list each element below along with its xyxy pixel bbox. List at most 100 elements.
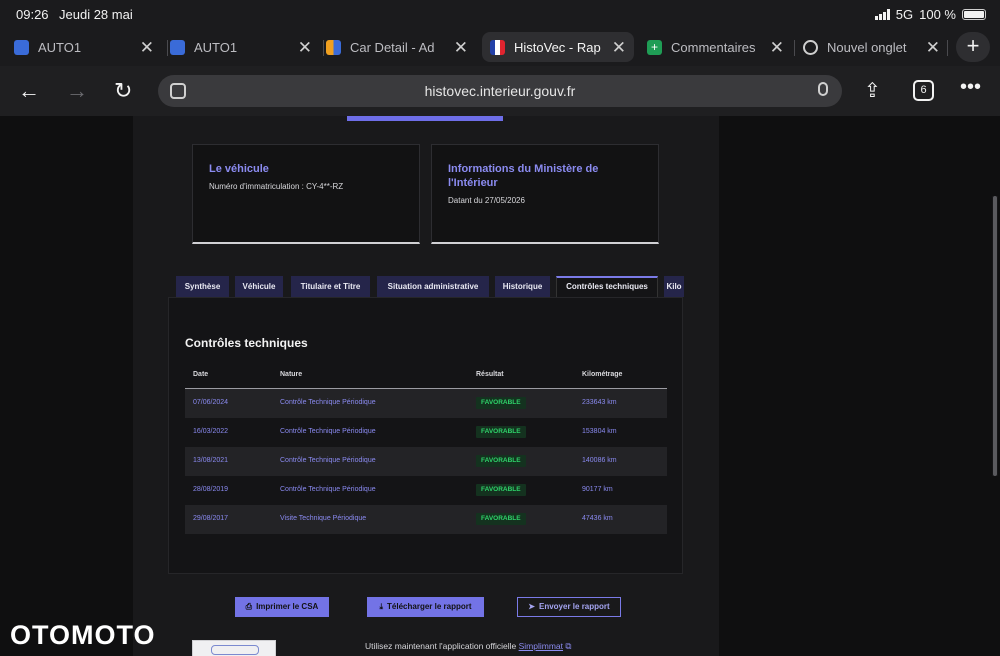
simplimmat-link[interactable]: Simplimmat xyxy=(519,641,563,651)
browser-tab-title: Commentaires xyxy=(671,39,756,55)
close-icon[interactable]: ✕ xyxy=(770,38,784,58)
status-badge: FAVORABLE xyxy=(476,455,526,467)
car-detail-favicon-icon xyxy=(326,39,341,55)
tab-situation[interactable]: Situation administrative xyxy=(377,276,489,297)
auto1-favicon-icon xyxy=(170,39,185,55)
promo-sentence: Utilisez maintenant l'application offici… xyxy=(365,641,519,651)
browser-tab-title: HistoVec - Rap xyxy=(514,39,601,55)
row-date: 07/06/2024 xyxy=(193,399,229,406)
status-time: 09:26 xyxy=(16,7,49,22)
sheets-favicon-icon: + xyxy=(647,39,662,55)
battery-icon xyxy=(962,9,986,20)
battery-label: 100 % xyxy=(919,7,956,22)
close-icon[interactable]: ✕ xyxy=(926,38,940,58)
row-date: 13/08/2021 xyxy=(193,457,229,464)
status-badge: FAVORABLE xyxy=(476,426,526,438)
share-icon[interactable]: ⇪ xyxy=(864,78,881,103)
promo-text: Utilisez maintenant l'application offici… xyxy=(365,641,571,652)
car-icon xyxy=(211,645,259,655)
tab-separator xyxy=(794,40,795,56)
vehicle-card-title: Le véhicule xyxy=(209,163,269,175)
print-csa-label: Imprimer le CSA xyxy=(256,602,319,611)
network-label: 5G xyxy=(895,7,914,22)
accent-bar xyxy=(347,116,503,121)
globe-icon xyxy=(803,39,818,55)
vehicle-card: Le véhicule Numéro d'immatriculation : C… xyxy=(192,144,420,244)
row-km: 47436 km xyxy=(582,515,613,522)
address-bar[interactable]: histovec.interieur.gouv.fr xyxy=(158,75,842,107)
row-km: 140086 km xyxy=(582,457,617,464)
browser-tab-title: Car Detail - Ad xyxy=(350,39,435,55)
tab-vehicule[interactable]: Véhicule xyxy=(235,276,283,297)
table-row: 07/06/2024 Contrôle Technique Périodique… xyxy=(185,389,667,418)
close-icon[interactable]: ✕ xyxy=(298,38,312,58)
row-date: 16/03/2022 xyxy=(193,428,229,435)
status-bar: 09:26 Jeudi 28 mai 5G 100 % xyxy=(0,0,1000,28)
french-republic-favicon-icon xyxy=(490,39,505,55)
row-date: 29/08/2017 xyxy=(193,515,229,522)
reload-icon[interactable]: ↻ xyxy=(114,78,132,104)
close-icon[interactable]: ✕ xyxy=(612,38,626,58)
microphone-icon[interactable] xyxy=(818,82,828,96)
tab-controles-techniques[interactable]: Contrôles techniques xyxy=(556,276,658,297)
url-text[interactable]: histovec.interieur.gouv.fr xyxy=(158,83,842,99)
signal-icon xyxy=(874,9,890,20)
close-icon[interactable]: ✕ xyxy=(454,38,468,58)
send-report-button[interactable]: ➤ Envoyer le rapport xyxy=(517,597,621,617)
browser-tab-histovec[interactable]: HistoVec - Rap ✕ xyxy=(482,32,634,62)
download-report-button[interactable]: ⤓ Télécharger le rapport xyxy=(367,597,484,617)
row-date: 28/08/2019 xyxy=(193,486,229,493)
row-km: 153804 km xyxy=(582,428,617,435)
table-row: 16/03/2022 Contrôle Technique Périodique… xyxy=(185,418,667,447)
scrollbar-thumb[interactable] xyxy=(993,196,997,476)
tab-separator xyxy=(323,40,324,56)
tab-synthese[interactable]: Synthèse xyxy=(176,276,229,297)
send-report-label: Envoyer le rapport xyxy=(539,602,610,611)
browser-tab-car-detail[interactable]: Car Detail - Ad ✕ xyxy=(326,32,476,62)
browser-tab-strip: AUTO1 ✕ AUTO1 ✕ Car Detail - Ad ✕ HistoV… xyxy=(0,28,1000,66)
more-menu-icon[interactable]: ••• xyxy=(960,76,981,99)
table-row: 29/08/2017 Visite Technique Périodique F… xyxy=(185,505,667,534)
status-badge: FAVORABLE xyxy=(476,397,526,409)
tab-historique[interactable]: Historique xyxy=(495,276,550,297)
send-icon: ➤ xyxy=(528,602,535,611)
status-badge: FAVORABLE xyxy=(476,513,526,525)
status-badge: FAVORABLE xyxy=(476,484,526,496)
section-title: Contrôles techniques xyxy=(185,336,308,350)
tab-kilometrage[interactable]: Kilo xyxy=(664,276,684,297)
tab-separator xyxy=(167,40,168,56)
status-indicators: 5G 100 % xyxy=(874,7,986,22)
external-link-icon: ⧉ xyxy=(565,641,572,651)
row-nature: Contrôle Technique Périodique xyxy=(280,428,376,435)
browser-tab-title: AUTO1 xyxy=(38,39,82,55)
tab-separator xyxy=(947,40,948,56)
browser-tab-commentaires[interactable]: + Commentaires ✕ xyxy=(647,32,792,62)
print-csa-button[interactable]: ⎙ Imprimer le CSA xyxy=(235,597,329,617)
tab-count-button[interactable]: 6 xyxy=(913,80,934,101)
row-km: 90177 km xyxy=(582,486,613,493)
download-report-label: Télécharger le rapport xyxy=(387,602,472,611)
download-icon: ⤓ xyxy=(379,602,384,611)
new-tab-button[interactable]: + xyxy=(956,32,990,62)
tab-titulaire[interactable]: Titulaire et Titre xyxy=(291,276,370,297)
ministry-card: Informations du Ministère de l'Intérieur… xyxy=(431,144,659,244)
row-nature: Contrôle Technique Périodique xyxy=(280,399,376,406)
forward-arrow-icon[interactable]: → xyxy=(66,78,88,104)
browser-tab-auto1[interactable]: AUTO1 ✕ xyxy=(14,32,162,62)
table-row: 28/08/2019 Contrôle Technique Périodique… xyxy=(185,476,667,505)
printer-icon: ⎙ xyxy=(245,602,253,611)
browser-tab-title: Nouvel onglet xyxy=(827,39,907,55)
back-arrow-icon[interactable]: ← xyxy=(18,78,40,104)
close-icon[interactable]: ✕ xyxy=(140,38,154,58)
web-page: Le véhicule Numéro d'immatriculation : C… xyxy=(0,116,1000,656)
browser-tab-title: AUTO1 xyxy=(194,39,238,55)
otomoto-watermark: OTOMOTO xyxy=(10,620,156,650)
auto1-favicon-icon xyxy=(14,39,29,55)
column-header-resultat: Résultat xyxy=(476,371,504,378)
column-header-kilometrage: Kilométrage xyxy=(582,371,623,378)
row-nature: Contrôle Technique Périodique xyxy=(280,486,376,493)
browser-tab-auto1-2[interactable]: AUTO1 ✕ xyxy=(170,32,320,62)
row-km: 233643 km xyxy=(582,399,617,406)
browser-tab-nouvel-onglet[interactable]: Nouvel onglet ✕ xyxy=(803,32,948,62)
column-header-nature: Nature xyxy=(280,371,303,378)
